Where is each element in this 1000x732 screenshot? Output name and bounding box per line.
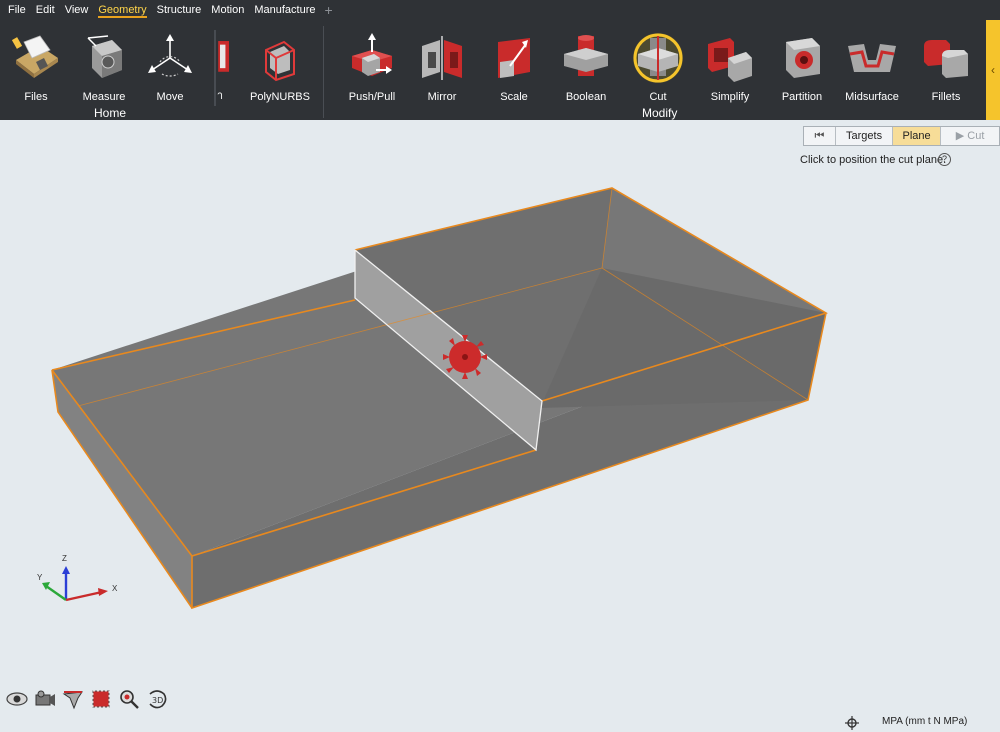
- move-icon: [148, 34, 192, 77]
- menu-geometry[interactable]: Geometry: [94, 0, 150, 20]
- scale-button[interactable]: Scale: [482, 20, 546, 104]
- view-toolbar: 3D: [6, 688, 168, 710]
- push-pull-button[interactable]: Push/Pull: [340, 20, 404, 104]
- hint-text: Click to position the cut plane.: [800, 154, 947, 166]
- ribbon-group-separator: [323, 26, 324, 118]
- fillets-label: Fillets: [931, 91, 961, 103]
- push-pull-label: Push/Pull: [348, 91, 396, 103]
- move-label: Move: [156, 91, 184, 103]
- scale-icon: [498, 38, 530, 78]
- midsurface-icon: [848, 44, 896, 72]
- help-icon[interactable]: ?: [938, 153, 951, 166]
- cut-label: Cut: [649, 91, 667, 103]
- menu-structure[interactable]: Structure: [153, 0, 206, 20]
- fillets-button[interactable]: Fillets: [914, 20, 978, 104]
- simplify-button[interactable]: Simplify: [698, 20, 762, 104]
- model-viewport[interactable]: [0, 120, 1000, 732]
- ribbon-collapse-button[interactable]: ‹: [986, 20, 1000, 120]
- triad-z-label: Z: [62, 554, 67, 563]
- guide-targets-button[interactable]: Targets: [836, 127, 894, 145]
- section-view-icon[interactable]: [62, 688, 84, 710]
- ribbon-scroll-divider: [214, 30, 216, 106]
- units-indicator[interactable]: MPA (mm t N MPa): [882, 716, 967, 727]
- menu-motion[interactable]: Motion: [207, 0, 248, 20]
- guide-cut-button[interactable]: ▶ Cut: [941, 127, 999, 145]
- modify-group-label: Modify: [642, 106, 678, 120]
- partial-tool-label: า: [216, 90, 224, 102]
- partition-label: Partition: [781, 91, 823, 103]
- zoom-icon[interactable]: [118, 688, 140, 710]
- polynurbs-button[interactable]: PolyNURBS: [248, 20, 312, 104]
- files-label: Files: [24, 91, 48, 103]
- axis-triad: [42, 566, 108, 602]
- menu-file[interactable]: File: [4, 0, 30, 20]
- triad-y-label: Y: [37, 573, 43, 582]
- measure-button[interactable]: Measure: [72, 20, 136, 104]
- chevron-left-icon: ‹: [991, 63, 995, 77]
- hidden-tool-button[interactable]: า: [210, 20, 230, 104]
- cut-button[interactable]: Cut: [626, 20, 690, 104]
- home-group-label: Home: [94, 106, 127, 120]
- guide-first-button[interactable]: ⏮: [804, 127, 836, 145]
- menu-bar: File Edit View Geometry Structure Motion…: [0, 0, 1000, 20]
- midsurface-label: Midsurface: [845, 91, 899, 103]
- guide-bar: ⏮ Targets Plane ▶ Cut: [803, 126, 1000, 146]
- guide-plane-button[interactable]: Plane: [893, 127, 942, 145]
- polynurbs-icon: [265, 40, 295, 82]
- guide-cut-label: Cut: [967, 130, 985, 142]
- partial-tool-icon: [218, 41, 230, 72]
- svg-text:3D: 3D: [152, 696, 163, 705]
- mirror-label: Mirror: [427, 91, 457, 103]
- partition-button[interactable]: Partition: [770, 20, 834, 104]
- boolean-icon: [564, 35, 608, 76]
- menu-edit[interactable]: Edit: [32, 0, 59, 20]
- triad-x-label: X: [112, 584, 118, 593]
- mirror-icon: [422, 36, 462, 80]
- measure-icon: [87, 35, 122, 78]
- menu-view[interactable]: View: [61, 0, 93, 20]
- add-ribbon-icon[interactable]: +: [321, 0, 335, 20]
- zoom-box-icon[interactable]: [90, 688, 112, 710]
- play-icon: ▶: [955, 130, 965, 142]
- partition-icon: [786, 38, 820, 78]
- measure-label: Measure: [82, 91, 126, 103]
- menu-manufacture[interactable]: Manufacture: [250, 0, 319, 20]
- view-3d-icon[interactable]: 3D: [146, 688, 168, 710]
- simplify-label: Simplify: [710, 91, 750, 103]
- files-button[interactable]: Files: [4, 20, 68, 104]
- scale-label: Scale: [500, 91, 528, 103]
- push-pull-icon: [352, 33, 392, 76]
- polynurbs-label: PolyNURBS: [250, 91, 310, 103]
- boolean-label: Boolean: [565, 91, 607, 103]
- boolean-button[interactable]: Boolean: [554, 20, 618, 104]
- eye-icon[interactable]: [6, 688, 28, 710]
- camera-icon[interactable]: [34, 688, 56, 710]
- simplify-icon: [708, 38, 752, 82]
- cut-icon: [633, 33, 683, 83]
- mirror-button[interactable]: Mirror: [410, 20, 474, 104]
- ribbon: Files Measure Move า PolyNURBS Home Push…: [0, 20, 1000, 120]
- files-icon: [11, 35, 58, 78]
- move-button[interactable]: Move: [138, 20, 202, 104]
- midsurface-button[interactable]: Midsurface: [840, 20, 904, 104]
- fillets-icon: [924, 40, 968, 78]
- skip-back-icon: ⏮: [814, 130, 825, 142]
- crosshair-icon[interactable]: [845, 716, 859, 730]
